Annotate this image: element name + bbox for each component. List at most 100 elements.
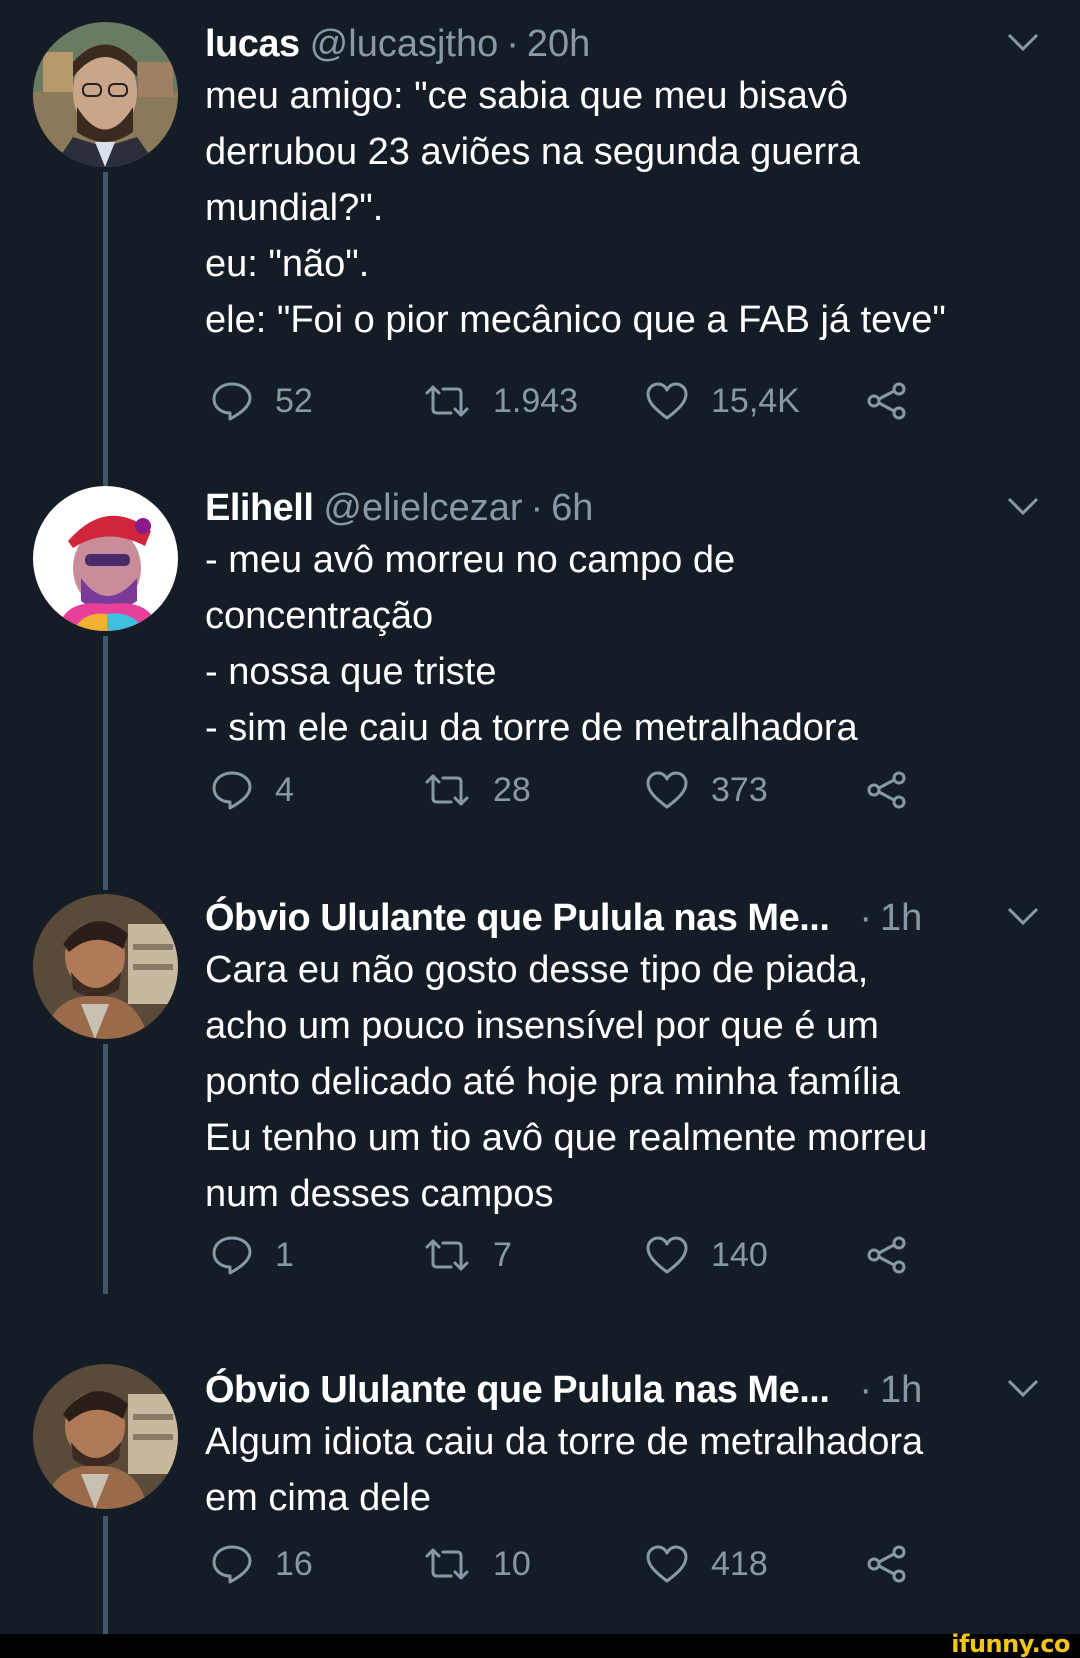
retweet-button[interactable]: 28 (423, 760, 531, 820)
reply-count: 4 (275, 770, 294, 809)
avatar[interactable] (33, 1364, 178, 1509)
tweet-line: num desses campos (205, 1173, 554, 1215)
tweet[interactable]: Elihell @elielcezar · 6h - meu avô morre… (0, 480, 1080, 890)
tweet-text: - meu avô morreu no campo de concentraçã… (205, 532, 1055, 756)
tweet-line: meu amigo: "ce sabia que meu bisavô (205, 75, 848, 117)
reply-button[interactable]: 52 (211, 371, 313, 431)
tweet-line: em cima dele (205, 1477, 431, 1519)
tweet-actions: 52 1.943 15,4K (205, 371, 965, 431)
share-button[interactable] (865, 371, 909, 431)
retweet-button[interactable]: 1.943 (423, 371, 578, 431)
timestamp[interactable]: 1h (880, 1369, 922, 1412)
tweet-line: - nossa que triste (205, 651, 497, 693)
tweet-line: mundial?". (205, 187, 384, 229)
reply-count: 1 (275, 1235, 294, 1274)
avatar[interactable] (33, 22, 178, 167)
thread-line (103, 636, 108, 890)
retweet-icon (425, 774, 469, 806)
like-count: 418 (711, 1544, 768, 1583)
tweet-line: - sim ele caiu da torre de metralhadora (205, 707, 858, 749)
retweet-button[interactable]: 7 (423, 1225, 512, 1285)
tweet-actions: 16 10 418 (205, 1534, 965, 1594)
separator: · (506, 22, 519, 65)
separator: · (859, 896, 873, 939)
reply-count: 16 (275, 1544, 313, 1583)
chevron-down-icon[interactable] (1006, 1376, 1040, 1400)
avatar[interactable] (33, 894, 178, 1039)
tweet-line: acho um pouco insensível por que é um (205, 1005, 879, 1047)
tweet-line: - meu avô morreu no campo de (205, 539, 736, 581)
chevron-down-icon[interactable] (1006, 30, 1040, 54)
avatar[interactable] (33, 486, 178, 631)
share-icon (867, 382, 906, 420)
avatar-image (33, 894, 178, 1039)
avatar-image (33, 22, 178, 167)
retweet-count: 10 (493, 1544, 531, 1583)
like-count: 373 (711, 770, 768, 809)
display-name[interactable]: lucas (205, 23, 300, 66)
like-button[interactable]: 15,4K (645, 371, 800, 431)
retweet-button[interactable]: 10 (423, 1534, 531, 1594)
tweet[interactable]: Óbvio Ululante que Pulula nas Me... · 1h… (0, 1362, 1080, 1634)
tweet-line: Algum idiota caiu da torre de metralhado… (205, 1421, 924, 1463)
display-name[interactable]: Óbvio Ululante que Pulula nas Me... (205, 897, 830, 940)
share-button[interactable] (865, 760, 909, 820)
share-icon (867, 771, 906, 809)
tweet-line: concentração (205, 595, 434, 637)
timestamp[interactable]: 6h (551, 487, 593, 530)
tweet-header: Óbvio Ululante que Pulula nas Me... · 1h (205, 890, 922, 946)
retweet-count: 1.943 (493, 381, 579, 420)
heart-icon (646, 771, 688, 809)
tweet-line: eu: "não". (205, 243, 370, 285)
chevron-down-icon[interactable] (1006, 904, 1040, 928)
like-button[interactable]: 373 (645, 760, 768, 820)
timestamp[interactable]: 1h (880, 897, 922, 940)
tweet-line: Cara eu não gosto desse tipo de piada, (205, 949, 869, 991)
reply-icon (212, 1236, 252, 1275)
heart-icon (646, 382, 688, 420)
separator: · (530, 486, 544, 529)
retweet-icon (425, 385, 469, 417)
retweet-icon (425, 1239, 469, 1271)
reply-icon (212, 1545, 252, 1584)
reply-button[interactable]: 4 (211, 760, 294, 820)
separator: · (859, 1368, 873, 1411)
like-button[interactable]: 140 (645, 1225, 768, 1285)
retweet-count: 7 (493, 1235, 512, 1274)
tweet-text: Algum idiota caiu da torre de metralhado… (205, 1414, 1055, 1526)
display-name[interactable]: Elihell (205, 487, 314, 530)
thread-line (103, 1516, 108, 1634)
ifunny-watermark: ifunny.co (951, 1630, 1070, 1658)
heart-icon (646, 1545, 688, 1583)
like-count: 140 (711, 1235, 768, 1274)
display-name[interactable]: Óbvio Ululante que Pulula nas Me... (205, 1369, 830, 1412)
tweet-text: Cara eu não gosto desse tipo de piada, a… (205, 942, 1055, 1222)
tweet-line: ele: "Foi o pior mecânico que a FAB já t… (205, 299, 946, 341)
avatar-image (33, 486, 178, 631)
reply-count: 52 (275, 381, 313, 420)
handle[interactable]: @elielcezar (323, 487, 522, 530)
chevron-down-icon[interactable] (1006, 494, 1040, 518)
share-button[interactable] (865, 1534, 909, 1594)
tweet-line: ponto delicado até hoje pra minha famíli… (205, 1061, 901, 1103)
watermark-bar (0, 1634, 1080, 1658)
thread-line (103, 1044, 108, 1294)
retweet-count: 28 (493, 770, 531, 809)
reply-button[interactable]: 1 (211, 1225, 294, 1285)
tweet[interactable]: Óbvio Ululante que Pulula nas Me... · 1h… (0, 890, 1080, 1355)
share-icon (867, 1236, 906, 1274)
heart-icon (646, 1236, 688, 1274)
tweet-header: Óbvio Ululante que Pulula nas Me... · 1h (205, 1362, 922, 1418)
retweet-icon (425, 1548, 469, 1580)
share-button[interactable] (865, 1225, 909, 1285)
timestamp[interactable]: 20h (527, 23, 590, 66)
like-button[interactable]: 418 (645, 1534, 768, 1594)
reply-button[interactable]: 16 (211, 1534, 313, 1594)
thread-line (103, 172, 108, 486)
tweet-line: derrubou 23 aviões na segunda guerra (205, 131, 860, 173)
handle[interactable]: @lucasjtho (310, 23, 499, 66)
like-count: 15,4K (711, 381, 800, 420)
tweet[interactable]: lucas @lucasjtho · 20h meu amigo: "ce sa… (0, 16, 1080, 486)
tweet-actions: 1 7 140 (205, 1225, 965, 1285)
tweet-header: lucas @lucasjtho · 20h (205, 16, 590, 72)
